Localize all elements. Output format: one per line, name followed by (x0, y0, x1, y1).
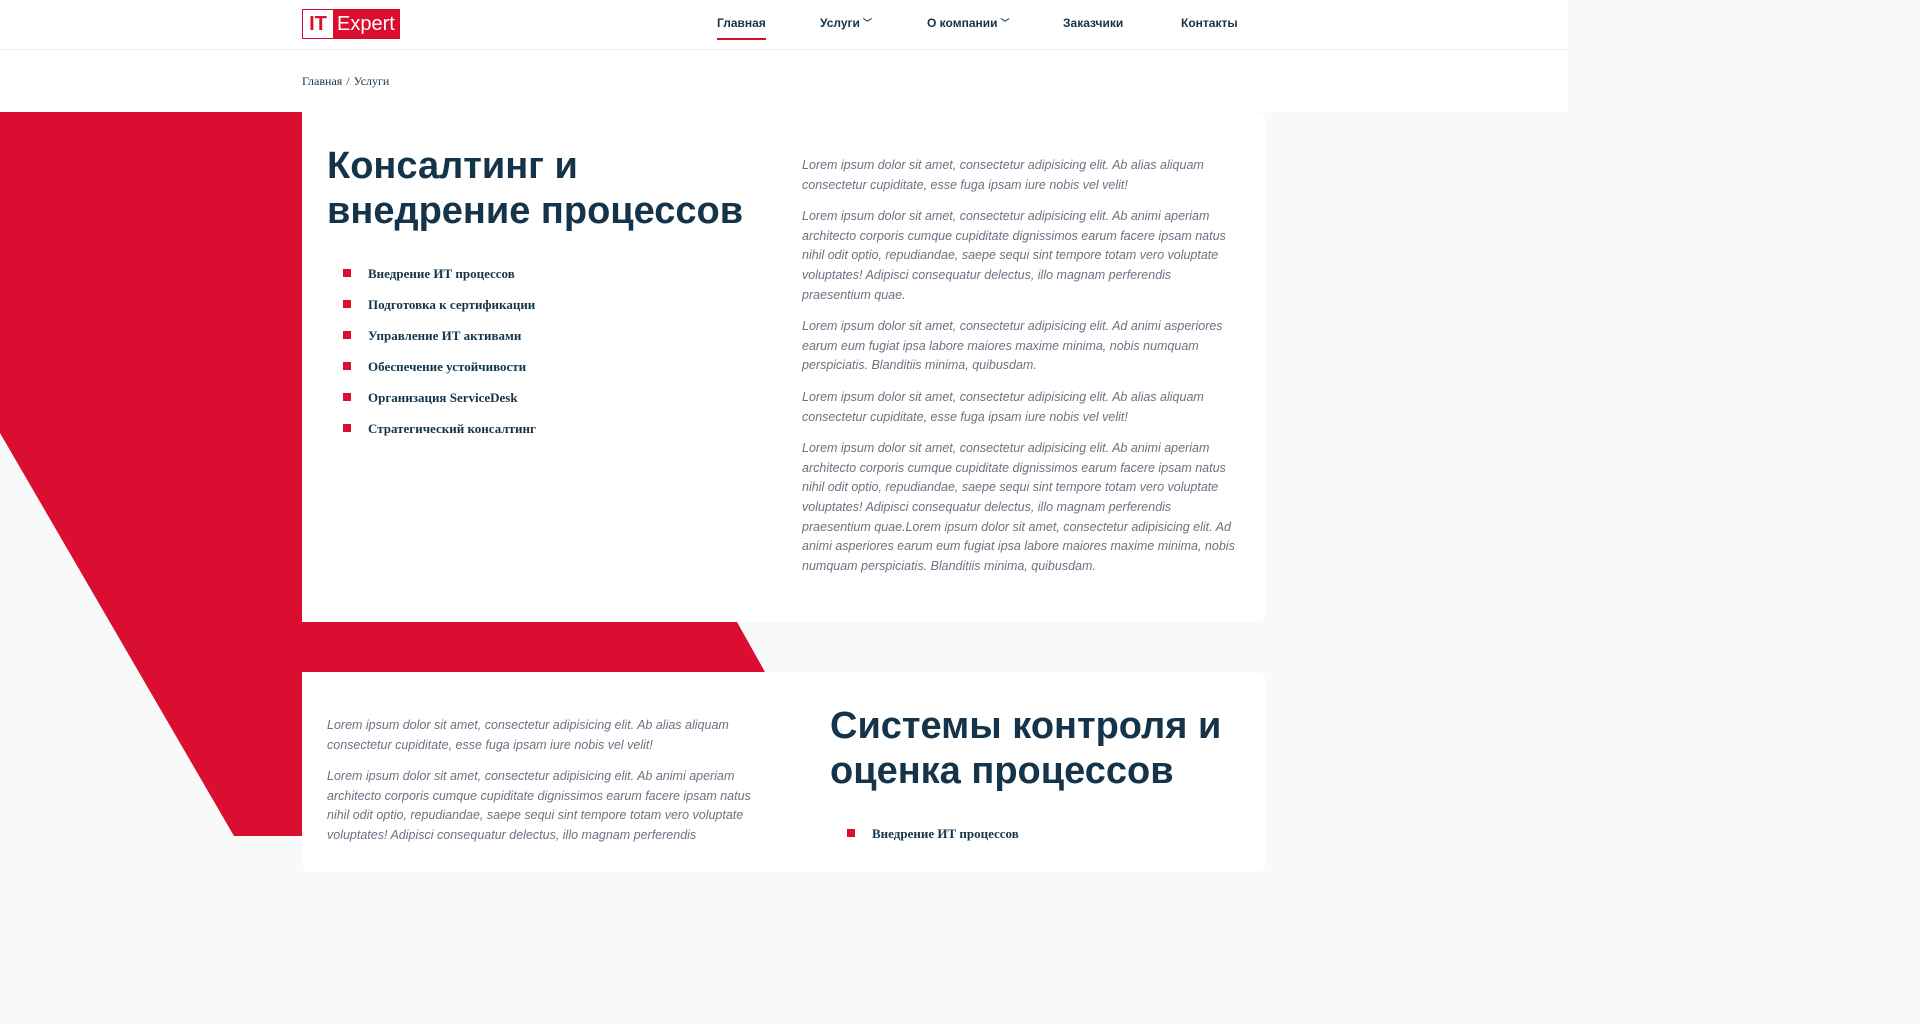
service-card-control-systems: Lorem ipsum dolor sit amet, consectetur … (302, 672, 1265, 872)
service-list: Внедрение ИТ процессов (847, 824, 1019, 855)
logo-it: IT (303, 10, 333, 38)
description-paragraph: Lorem ipsum dolor sit amet, consectetur … (802, 441, 1235, 573)
site-header: IT Expert Главная Услуги ﹀ О компании ﹀ За… (0, 0, 1568, 50)
nav-item-about[interactable]: О компании ﹀ (927, 14, 1010, 32)
description-paragraph: Lorem ipsum dolor sit amet, consectetur … (327, 718, 729, 752)
description-paragraph: Lorem ipsum dolor sit amet, consectetur … (802, 158, 1204, 192)
service-list-item[interactable]: Стратегический консалтинг (343, 419, 536, 450)
service-list-item[interactable]: Подготовка к сертификации (343, 295, 536, 326)
nav-item-clients[interactable]: Заказчики (1063, 14, 1123, 32)
service-list-item[interactable]: Организация ServiceDesk (343, 388, 536, 419)
breadcrumb-separator: / (346, 74, 350, 88)
section-title: Консалтинг и внедрение процессов (327, 145, 744, 232)
logo-expert: Expert (333, 10, 399, 38)
description-paragraph: Lorem ipsum dolor sit amet, consectetur … (802, 319, 1223, 373)
description-paragraph: Lorem ipsum dolor sit amet, consectetur … (802, 209, 1226, 302)
nav-item-label: Главная (717, 16, 766, 30)
service-list-item[interactable]: Внедрение ИТ процессов (343, 264, 536, 295)
nav-item-label: О компании (927, 16, 998, 30)
section-title: Системы контроля и оценка процессов (830, 705, 1222, 792)
nav-item-label: Контакты (1181, 16, 1238, 30)
breadcrumb-current: Услуги (353, 74, 390, 88)
chevron-down-icon: ﹀ (862, 18, 872, 28)
chevron-down-icon: ﹀ (1000, 18, 1010, 28)
service-list-item[interactable]: Управление ИТ активами (343, 326, 536, 357)
section-description: Lorem ipsum dolor sit amet, consectetur … (327, 716, 767, 858)
description-paragraph: Lorem ipsum dolor sit amet, consectetur … (327, 769, 751, 842)
service-list: Внедрение ИТ процессов Подготовка к серт… (343, 264, 536, 450)
description-paragraph: Lorem ipsum dolor sit amet, consectetur … (802, 389, 1204, 424)
nav-item-contacts[interactable]: Контакты (1181, 14, 1238, 32)
service-list-item[interactable]: Обеспечение устойчивости (343, 357, 536, 388)
service-list-item[interactable]: Внедрение ИТ процессов (847, 824, 1019, 855)
nav-item-label: Услуги (820, 16, 860, 30)
breadcrumb: Главная / Услуги (302, 74, 389, 89)
nav-item-home[interactable]: Главная (717, 14, 766, 40)
nav-item-services[interactable]: Услуги ﹀ (820, 14, 872, 32)
breadcrumb-home-link[interactable]: Главная (302, 74, 342, 88)
nav-item-label: Заказчики (1063, 16, 1124, 30)
section-description: Lorem ipsum dolor sit amet, consectetur … (802, 156, 1242, 588)
service-card-consulting: Консалтинг и внедрение процессов Внедрен… (302, 112, 1265, 622)
logo[interactable]: IT Expert (302, 9, 400, 39)
